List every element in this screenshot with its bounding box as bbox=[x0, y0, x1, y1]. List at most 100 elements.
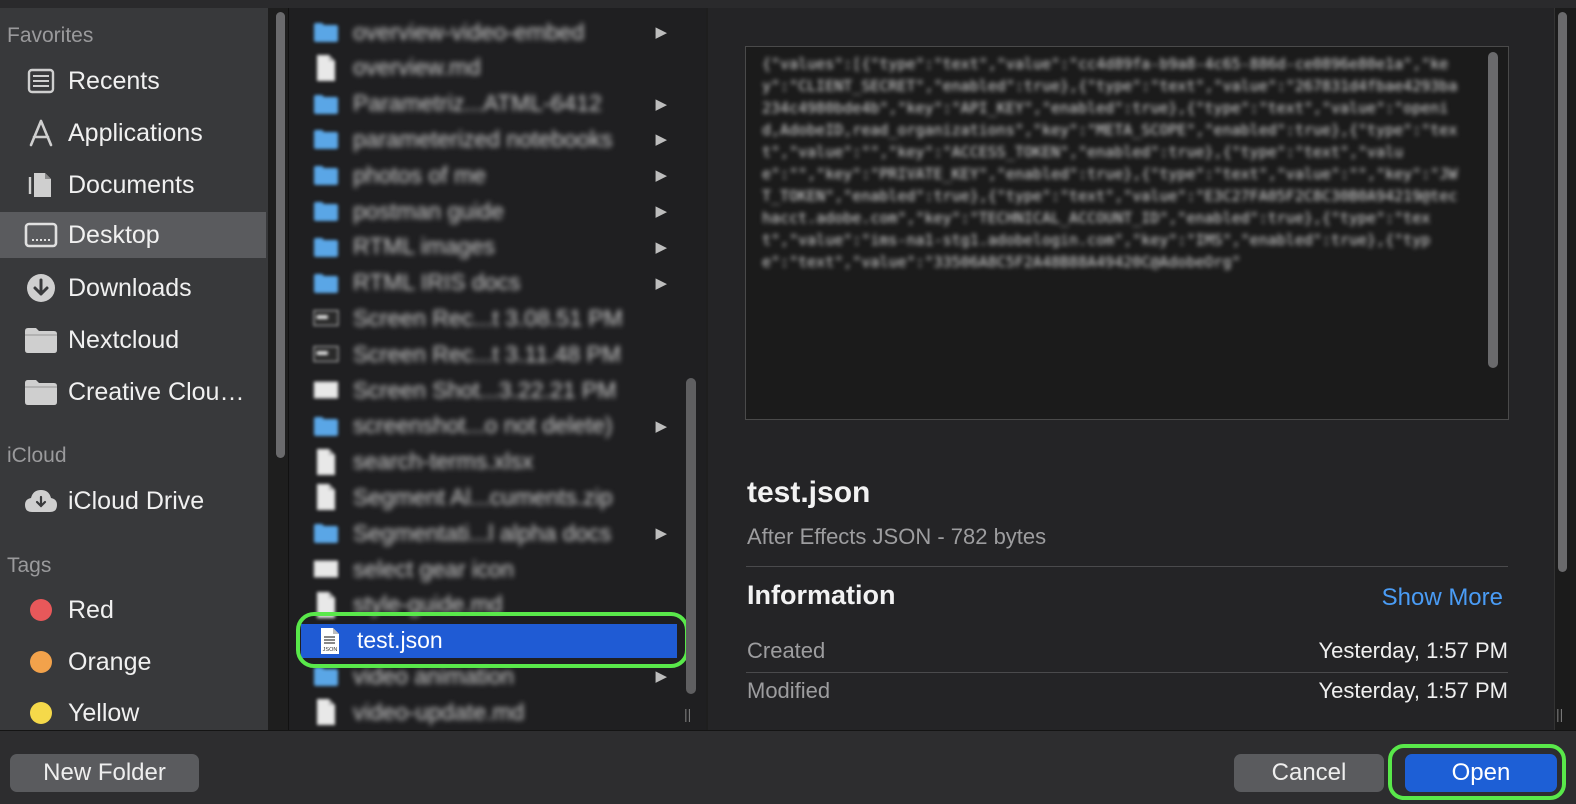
folder-icon bbox=[313, 197, 339, 225]
sidebar-item-label: Nextcloud bbox=[68, 325, 180, 354]
sidebar-tag-orange[interactable]: Orange bbox=[0, 639, 266, 685]
sidebar-item-documents[interactable]: Documents bbox=[0, 162, 266, 208]
file-row[interactable]: overview-video-embed ▶ bbox=[297, 14, 679, 50]
disclosure-arrow-icon: ▶ bbox=[655, 238, 667, 256]
file-row[interactable]: Screen Shot...3.22.21 PM bbox=[297, 372, 679, 408]
sidebar-item-label: Desktop bbox=[68, 220, 160, 249]
recents-icon bbox=[21, 64, 61, 98]
icloud-heading: iCloud bbox=[7, 444, 67, 467]
file-row[interactable]: postman guide ▶ bbox=[297, 193, 679, 229]
next-column-scrollbar[interactable] bbox=[1558, 12, 1567, 572]
file-name: RTML IRIS docs bbox=[353, 269, 521, 296]
downloads-icon bbox=[21, 271, 61, 305]
file-name: Parametriz...ATML-6412 bbox=[353, 90, 602, 117]
sidebar-item-label: Downloads bbox=[68, 273, 192, 302]
preview-file-name: test.json bbox=[747, 476, 871, 509]
column-resize-handle[interactable]: || bbox=[684, 706, 691, 722]
file-row[interactable]: Screen Rec...t 3.11.48 PM bbox=[297, 336, 679, 372]
open-button-highlight-ring bbox=[1388, 744, 1566, 800]
file-name: Screen Rec...t 3.08.51 PM bbox=[353, 304, 623, 331]
image-icon bbox=[313, 376, 339, 404]
sidebar-item-creative-cloud[interactable]: Creative Clou… bbox=[0, 369, 266, 415]
file-row[interactable]: Parametriz...ATML-6412 ▶ bbox=[297, 86, 679, 122]
column-resize-handle[interactable]: || bbox=[1556, 706, 1563, 722]
sidebar-item-downloads[interactable]: Downloads bbox=[0, 265, 266, 311]
file-column-scrollbar[interactable] bbox=[686, 378, 696, 694]
sidebar-item-nextcloud[interactable]: Nextcloud bbox=[0, 317, 266, 363]
disclosure-arrow-icon: ▶ bbox=[655, 417, 667, 435]
file-row[interactable]: RTML IRIS docs ▶ bbox=[297, 265, 679, 301]
doc-icon bbox=[313, 448, 339, 476]
video-icon bbox=[313, 340, 339, 368]
desktop-icon bbox=[21, 218, 61, 252]
file-row[interactable]: search-terms.xlsx bbox=[297, 444, 679, 480]
file-row[interactable]: photos of me ▶ bbox=[297, 157, 679, 193]
modified-value: Yesterday, 1:57 PM bbox=[1318, 678, 1508, 703]
sidebar-item-label: Recents bbox=[68, 66, 160, 95]
created-value: Yesterday, 1:57 PM bbox=[1318, 638, 1508, 663]
file-name: Screen Shot...3.22.21 PM bbox=[353, 376, 617, 403]
sidebar-item-label: Yellow bbox=[68, 698, 140, 727]
disclosure-arrow-icon: ▶ bbox=[655, 203, 667, 220]
sidebar-item-label: Red bbox=[68, 595, 114, 624]
file-row[interactable]: Segment Al...cuments.zip bbox=[297, 479, 679, 515]
sidebar-item-icloud-drive[interactable]: iCloud Drive bbox=[0, 478, 266, 524]
tag-dot-icon bbox=[21, 593, 61, 627]
file-row[interactable]: select gear icon bbox=[297, 551, 679, 587]
divider bbox=[746, 672, 1508, 673]
sidebar-item-label: Orange bbox=[68, 647, 152, 676]
sidebar-item-desktop[interactable]: Desktop bbox=[0, 212, 266, 258]
sidebar-tag-red[interactable]: Red bbox=[0, 587, 266, 633]
file-name: Segmentati...l alpha docs bbox=[353, 519, 612, 546]
file-name: photos of me bbox=[353, 161, 486, 188]
image-icon bbox=[313, 555, 339, 583]
file-row[interactable]: RTML images ▶ bbox=[297, 229, 679, 265]
folder-icon bbox=[21, 375, 61, 409]
sidebar-item-label: Applications bbox=[68, 118, 203, 147]
modified-label: Modified bbox=[747, 678, 831, 703]
disclosure-arrow-icon: ▶ bbox=[655, 95, 667, 113]
disclosure-arrow-icon: ▶ bbox=[655, 274, 667, 292]
folder-icon bbox=[313, 161, 339, 189]
thumbnail-scrollbar[interactable] bbox=[1488, 52, 1498, 368]
sidebar-tag-yellow[interactable]: Yellow bbox=[0, 690, 266, 730]
file-name: RTML images bbox=[353, 233, 495, 260]
folder-icon bbox=[313, 90, 339, 118]
cancel-button[interactable]: Cancel bbox=[1234, 754, 1384, 792]
information-heading: Information bbox=[747, 580, 896, 610]
sidebar-scrollbar[interactable] bbox=[276, 12, 285, 458]
favorites-heading: Favorites bbox=[7, 24, 94, 47]
disclosure-arrow-icon: ▶ bbox=[655, 131, 667, 149]
show-more-link[interactable]: Show More bbox=[1382, 584, 1503, 612]
sidebar-item-recents[interactable]: Recents bbox=[0, 58, 266, 104]
sidebar-item-label: Creative Clou… bbox=[68, 377, 245, 406]
file-row[interactable]: Segmentati...l alpha docs ▶ bbox=[297, 515, 679, 551]
file-row[interactable]: Screen Rec...t 3.08.51 PM bbox=[297, 300, 679, 336]
file-name: search-terms.xlsx bbox=[353, 448, 534, 475]
file-name: select gear icon bbox=[353, 555, 515, 582]
tag-dot-icon bbox=[21, 696, 61, 730]
file-name: parameterized notebooks bbox=[353, 125, 613, 152]
preview-file-kind: After Effects JSON - 782 bytes bbox=[747, 524, 1047, 549]
file-name: overview-video-embed bbox=[353, 18, 585, 45]
sidebar-item-applications[interactable]: Applications bbox=[0, 110, 266, 156]
thumbnail-json-text: {"values":[{"type":"text","value":"cc4d8… bbox=[762, 55, 1458, 271]
sidebar-item-label: iCloud Drive bbox=[68, 486, 205, 515]
file-row[interactable]: overview.md bbox=[297, 50, 679, 86]
folder-icon bbox=[313, 519, 339, 547]
file-row[interactable]: parameterized notebooks ▶ bbox=[297, 121, 679, 157]
file-thumbnail: {"values":[{"type":"text","value":"cc4d8… bbox=[745, 46, 1509, 420]
disclosure-arrow-icon: ▶ bbox=[655, 525, 667, 543]
sidebar-item-label: Documents bbox=[68, 170, 195, 199]
folder-icon bbox=[313, 18, 339, 46]
new-folder-button[interactable]: New Folder bbox=[10, 754, 199, 792]
file-row[interactable]: video-update.md bbox=[297, 694, 679, 730]
file-name: screenshot...o not delete) bbox=[353, 412, 613, 439]
folder-icon bbox=[313, 412, 339, 440]
disclosure-arrow-icon: ▶ bbox=[655, 167, 667, 185]
file-row[interactable]: screenshot...o not delete) ▶ bbox=[297, 408, 679, 444]
sidebar: Favorites Recents Applications Documents… bbox=[0, 8, 268, 730]
divider bbox=[746, 566, 1508, 567]
folder-icon bbox=[313, 233, 339, 261]
doc-icon bbox=[313, 698, 339, 726]
